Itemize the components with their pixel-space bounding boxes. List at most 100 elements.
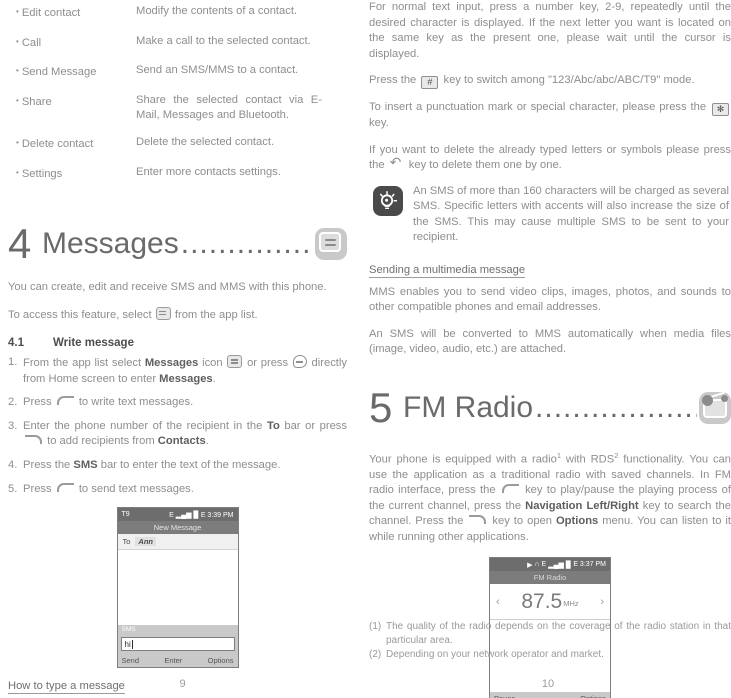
step-text: From the app list select Messages icon o… bbox=[23, 355, 347, 387]
phone-sms-input[interactable]: hi bbox=[120, 637, 235, 652]
option-desc: Make a call to the selected contact. bbox=[136, 34, 311, 47]
phone-status-time: E 3:39 PM bbox=[200, 511, 234, 519]
step-5-part2: to send text messages. bbox=[75, 482, 194, 495]
bullet-icon: • bbox=[16, 7, 19, 16]
fm-p6: key to open bbox=[488, 515, 556, 528]
mms-heading: Sending a multimedia message bbox=[369, 263, 526, 278]
fm-radio-paragraph: Your phone is equipped with a radio1 wit… bbox=[369, 448, 731, 546]
phone-softkey-left[interactable]: Send bbox=[122, 656, 140, 665]
table-row: • Edit contact Modify the contents of a c… bbox=[8, 4, 347, 34]
step-1: 1. From the app list select Messages ico… bbox=[8, 355, 347, 387]
section-heading-write-message: 4.1 Write message bbox=[8, 337, 347, 349]
step-2-part1: Press bbox=[23, 396, 55, 409]
step-1-part1: From the app list select bbox=[23, 357, 145, 369]
phone-status-left: T9 bbox=[121, 511, 130, 519]
phone-screenshot-new-message: T9 E ▂▄▆ ▉ E 3:39 PM New Message To Ann … bbox=[116, 507, 239, 669]
intro-2-after: from the app list. bbox=[171, 308, 258, 321]
signal-bars-icon: ▂▄▆ bbox=[548, 561, 564, 569]
punctuation-paragraph: To insert a punctuation mark or special … bbox=[369, 100, 731, 132]
tip-callout: An SMS of more than 160 characters will … bbox=[373, 184, 731, 246]
bullet-icon: • bbox=[16, 138, 19, 147]
step-3-part2: bar or press bbox=[279, 419, 347, 432]
bullet-icon: • bbox=[16, 167, 19, 177]
inline-messages-icon bbox=[155, 306, 171, 320]
fm-frequency-unit: MHz bbox=[563, 598, 579, 608]
phone-softkey-right[interactable]: Options bbox=[580, 694, 606, 698]
step-3-bold2: Contacts bbox=[157, 435, 206, 448]
phone-softkey-center[interactable]: Enter bbox=[139, 656, 208, 665]
step-5: 5. Press to send text messages. bbox=[8, 482, 347, 498]
delete-after: key to delete them one by one. bbox=[405, 159, 562, 171]
prev-station-arrow-icon[interactable]: ‹ bbox=[496, 596, 500, 608]
footnotes: (1) The quality of the radio depends on … bbox=[369, 620, 731, 662]
phone-softkey-bar: Send Enter Options bbox=[117, 654, 238, 668]
bullet-icon: • bbox=[16, 36, 19, 46]
next-station-arrow-icon[interactable]: › bbox=[600, 596, 604, 608]
bullet-icon: • bbox=[16, 66, 19, 75]
option-term-label: Settings bbox=[21, 167, 63, 180]
step-3-part4: . bbox=[205, 435, 209, 448]
mode-switch-after: key to switch among "123/Abc/abc/ABC/T9"… bbox=[440, 74, 695, 86]
messages-app-icon bbox=[315, 228, 347, 260]
inline-messages-icon bbox=[227, 355, 243, 368]
fm-bold2: Options bbox=[555, 515, 599, 528]
step-3-part1: Enter the phone number of the recipient … bbox=[23, 419, 267, 432]
text-caret bbox=[131, 639, 133, 649]
step-3-part3: to add recipients from bbox=[44, 435, 158, 448]
step-1-part2: icon bbox=[198, 357, 227, 369]
table-row: • Call Make a call to the selected contac… bbox=[8, 34, 347, 64]
phone-title: New Message bbox=[117, 521, 238, 535]
right-softkey-icon bbox=[469, 515, 487, 525]
step-1-bold1: Messages bbox=[144, 357, 199, 369]
section-title: Write message bbox=[53, 337, 134, 349]
phone-status-bar: T9 E ▂▄▆ ▉ E 3:39 PM bbox=[117, 508, 238, 522]
left-softkey-icon bbox=[501, 484, 519, 494]
phone-to-recipient-chip[interactable]: Ann bbox=[135, 537, 157, 547]
step-text: Press to write text messages. bbox=[23, 395, 347, 411]
table-row: • Send Message Send an SMS/MMS to a conta… bbox=[8, 63, 347, 93]
step-number: 4. bbox=[8, 458, 18, 471]
back-delete-key-icon bbox=[390, 155, 404, 170]
phone-status-time: E 3:37 PM bbox=[573, 561, 606, 569]
hash-key-icon: # bbox=[421, 76, 439, 89]
page-number-left: 9 bbox=[179, 678, 186, 690]
fm-radio-app-icon bbox=[699, 391, 731, 424]
option-term: • Settings bbox=[8, 165, 136, 195]
table-row: • Delete contact Delete the selected cont… bbox=[8, 135, 347, 165]
star-key-icon: ✻ bbox=[712, 103, 729, 116]
footnote-number: (2) bbox=[369, 649, 382, 660]
step-text: Press the SMS bar to enter the text of t… bbox=[23, 458, 347, 474]
table-row: • Share Share the selected contact via E-… bbox=[8, 93, 347, 136]
option-term-label: Delete contact bbox=[21, 138, 94, 150]
step-text: Press to send text messages. bbox=[23, 482, 347, 498]
footnote-text: The quality of the radio depends on the … bbox=[386, 621, 731, 646]
left-softkey-icon bbox=[56, 396, 74, 406]
chapter-heading-fm-radio: 5 FM Radio ....................... bbox=[369, 380, 731, 436]
headphone-icon: ∩ bbox=[534, 561, 540, 569]
option-term-label: Edit contact bbox=[21, 7, 81, 19]
fm-frequency-row: ‹ 87.5MHz › bbox=[490, 584, 610, 621]
phone-status-right: E ▂▄▆ ▉ E 3:39 PM bbox=[169, 511, 233, 519]
lightbulb-tip-icon bbox=[373, 185, 403, 216]
phone-softkey-right[interactable]: Options bbox=[208, 656, 234, 665]
option-desc: Delete the selected contact. bbox=[136, 136, 275, 148]
mode-switch-paragraph: Press the # key to switch among "123/Abc… bbox=[369, 73, 731, 89]
mms-paragraph-1: MMS enables you to send video clips, ima… bbox=[369, 285, 731, 314]
network-e-icon: E bbox=[169, 511, 174, 519]
step-4-bold1: SMS bbox=[73, 458, 98, 471]
step-3-bold1: To bbox=[266, 419, 280, 432]
footnote-2: (2) Depending on your network operator a… bbox=[369, 648, 731, 662]
mode-switch-before: Press the bbox=[369, 74, 420, 86]
phone-sms-label: SMS bbox=[117, 625, 238, 636]
chapter-number: 4 bbox=[8, 220, 32, 267]
phone-title: FM Radio bbox=[490, 571, 610, 585]
play-icon: ▶ bbox=[527, 561, 533, 569]
phone-softkey-left[interactable]: Pause bbox=[494, 694, 515, 698]
chapter-dot-leader: ........................ bbox=[180, 227, 313, 260]
network-e-icon: E bbox=[541, 561, 547, 569]
footnote-number: (1) bbox=[369, 621, 382, 632]
phone-message-canvas bbox=[117, 550, 238, 626]
step-3: 3. Enter the phone number of the recipie… bbox=[8, 419, 347, 450]
step-4-part2: bar to enter the text of the message. bbox=[97, 458, 281, 471]
left-softkey-icon bbox=[56, 482, 74, 492]
